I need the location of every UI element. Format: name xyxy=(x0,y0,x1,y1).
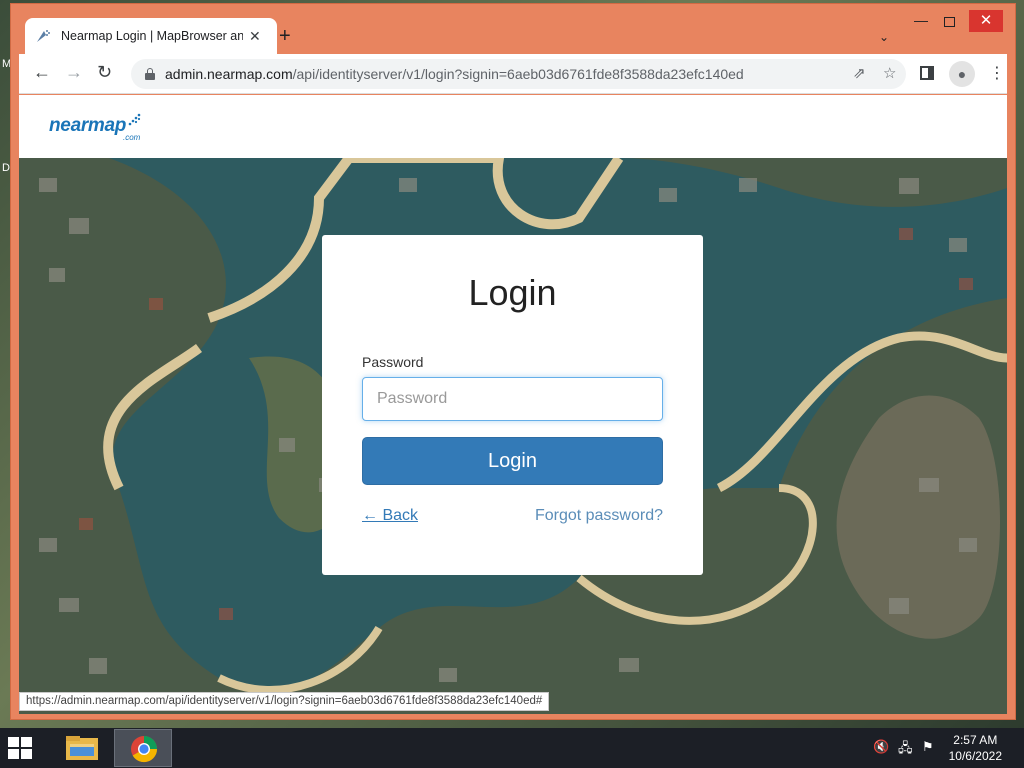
volume-muted-icon[interactable]: 🔇 xyxy=(873,739,889,755)
browser-toolbar: ← → ↻ admin.nearmap.com/api/identityserv… xyxy=(19,54,1007,94)
taskbar: 🔇 🖧 ⚑ 2:57 AM 10/6/2022 xyxy=(0,728,1024,768)
file-explorer-icon[interactable] xyxy=(60,730,104,766)
tab-title: Nearmap Login | MapBrowser and xyxy=(61,29,243,43)
status-url-bubble: https://admin.nearmap.com/api/identityse… xyxy=(19,692,550,711)
page-viewport: nearmap .com Login Password Login ← Back… xyxy=(19,95,1007,714)
share-icon[interactable]: ⇗ xyxy=(853,64,866,82)
forward-arrow-icon[interactable]: → xyxy=(65,62,83,83)
clock-time: 2:57 AM xyxy=(953,733,998,747)
url-path: /api/identityserver/v1/login?signin=6aeb… xyxy=(292,66,744,82)
logo-subtext: .com xyxy=(123,133,141,142)
login-title: Login xyxy=(468,272,557,313)
chrome-taskbar-button[interactable] xyxy=(114,729,172,767)
clock-date: 10/6/2022 xyxy=(948,749,1002,763)
password-label: Password xyxy=(362,354,424,370)
system-clock[interactable]: 2:57 AM 10/6/2022 xyxy=(949,732,1002,764)
maximize-icon[interactable] xyxy=(944,17,955,27)
action-center-icon[interactable]: ⚑ xyxy=(922,739,934,755)
nearmap-logo[interactable]: nearmap .com xyxy=(49,113,141,142)
bookmark-star-icon[interactable]: ☆ xyxy=(883,64,896,82)
profile-avatar-icon[interactable]: ● xyxy=(949,61,975,87)
login-card: Login Password Login ← Back Forgot passw… xyxy=(322,235,703,575)
url-host: admin.nearmap.com xyxy=(165,66,293,82)
browser-tab[interactable]: Nearmap Login | MapBrowser and ✕ xyxy=(25,18,277,54)
back-arrow-icon[interactable]: ← xyxy=(33,62,51,83)
forgot-password-link[interactable]: Forgot password? xyxy=(535,507,663,525)
reload-icon[interactable]: ↻ xyxy=(97,62,112,83)
browser-window: Nearmap Login | MapBrowser and ✕ + ⌄ — ✕… xyxy=(10,3,1016,720)
desktop-icon-label[interactable]: D xyxy=(2,162,10,174)
address-bar[interactable]: admin.nearmap.com/api/identityserver/v1/… xyxy=(131,59,906,89)
logo-dots-icon xyxy=(128,113,141,126)
page-header: nearmap .com xyxy=(19,95,1007,158)
password-field[interactable] xyxy=(362,377,663,421)
nearmap-favicon-icon xyxy=(37,30,50,42)
logo-text: nearmap xyxy=(49,115,127,136)
minimize-icon[interactable]: — xyxy=(914,12,928,28)
lock-icon[interactable] xyxy=(145,68,155,80)
title-bar: Nearmap Login | MapBrowser and ✕ + ⌄ — ✕ xyxy=(11,4,1015,54)
login-button[interactable]: Login xyxy=(362,437,663,485)
network-icon[interactable]: 🖧 xyxy=(898,739,913,761)
side-panel-icon[interactable] xyxy=(920,66,934,80)
windows-start-icon[interactable] xyxy=(8,737,32,759)
back-link[interactable]: ← Back xyxy=(362,507,418,525)
close-tab-icon[interactable]: ✕ xyxy=(249,28,261,45)
chevron-down-icon[interactable]: ⌄ xyxy=(879,30,889,44)
new-tab-icon[interactable]: + xyxy=(279,25,291,48)
chrome-icon xyxy=(131,735,158,763)
window-close-icon[interactable]: ✕ xyxy=(969,10,1003,32)
kebab-menu-icon[interactable]: ⋮ xyxy=(989,63,1005,83)
